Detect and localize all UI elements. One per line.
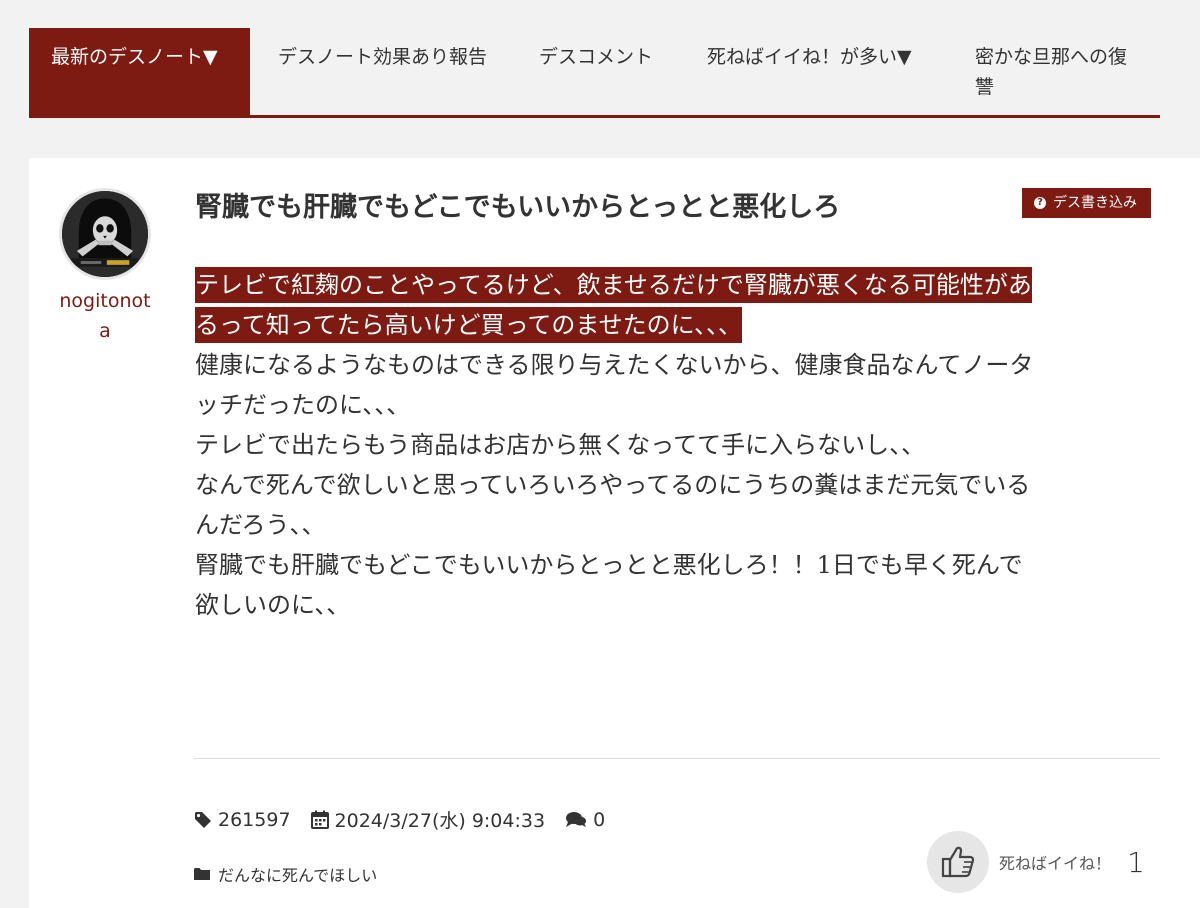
body-line: んだろう、、 [195,511,326,539]
folder-icon [194,868,210,880]
like-label: 死ねばイイね！ [999,854,1112,873]
body-line: なんで死んで欲しいと思っていろいろやってるのにうちの糞はまだ元気でいる [195,471,1031,499]
tag-icon [195,811,211,828]
post-date-value: 2024/3/27(水) 9:04:33 [334,810,546,832]
highlighted-text: テレビで紅麹のことやってるけど、飲ませるだけで腎臓が悪くなる可能性があ [195,267,1032,303]
body-line: テレビで出たらもう商品はお店から無くなってて手に入らないし、、 [195,431,926,459]
author-name[interactable]: nogitonota [54,286,156,346]
nav-item-latest[interactable]: 最新のデスノート▼ [29,28,250,115]
post-body: テレビで紅麹のことやってるけど、飲ませるだけで腎臓が悪くなる可能性があ るって知… [195,265,1170,625]
nav-item-secret-revenge[interactable]: 密かな旦那への復讐 [951,28,1160,115]
category-badge[interactable]: ? デス書き込み [1022,188,1151,218]
nav-item-death-comments[interactable]: デスコメント [517,28,685,115]
like-button[interactable] [927,831,989,893]
post-meta: 261597 2024/3/27(水) 9:04:33 0 [194,806,625,833]
question-circle-icon: ? [1034,197,1046,209]
calendar-icon [310,810,329,829]
comment-count[interactable]: 0 [565,809,605,831]
comment-count-value: 0 [593,808,606,831]
category-link[interactable]: だんなに死んでほしい [194,862,377,886]
hooded-skull-avatar-image [62,191,148,277]
main-nav: 最新のデスノート▼ デスノート効果あり報告 デスコメント 死ねばイイね！が多い▼… [29,28,1160,118]
avatar[interactable] [59,188,151,280]
category-link-label: だんなに死んでほしい [218,866,378,885]
post-date: 2024/3/27(水) 9:04:33 [310,806,546,833]
post-id: 261597 [194,809,291,831]
body-line: 腎臓でも肝臓でもどこでもいいからとっとと悪化しろ！！1日でも早く死んで [195,551,1023,579]
body-line: 欲しいのに、、 [195,591,351,619]
body-line: ッチだったのに、、、 [195,391,411,419]
like-area: 死ねばイイね！ 1 [927,831,1145,893]
like-count: 1 [1127,845,1145,879]
thumbs-up-icon [941,846,975,878]
nav-item-most-liked[interactable]: 死ねばイイね！が多い▼ [685,28,951,115]
post-title[interactable]: 腎臓でも肝臓でもどこでもいいからとっとと悪化しろ [195,188,840,228]
post-id-value: 261597 [218,808,291,831]
body-line: 健康になるようなものはできる限り与えたくないから、健康食品なんてノータ [195,351,1034,379]
highlighted-text: るって知ってたら高いけど買ってのませたのに、、、 [195,307,742,343]
post-card: nogitonota 腎臓でも肝臓でもどこでもいいからとっとと悪化しろ ? デス… [29,158,1200,908]
comments-icon [566,811,587,827]
category-badge-label: デス書き込み [1053,195,1137,211]
divider [194,758,1160,759]
nav-item-effect-reports[interactable]: デスノート効果あり報告 [250,28,517,115]
